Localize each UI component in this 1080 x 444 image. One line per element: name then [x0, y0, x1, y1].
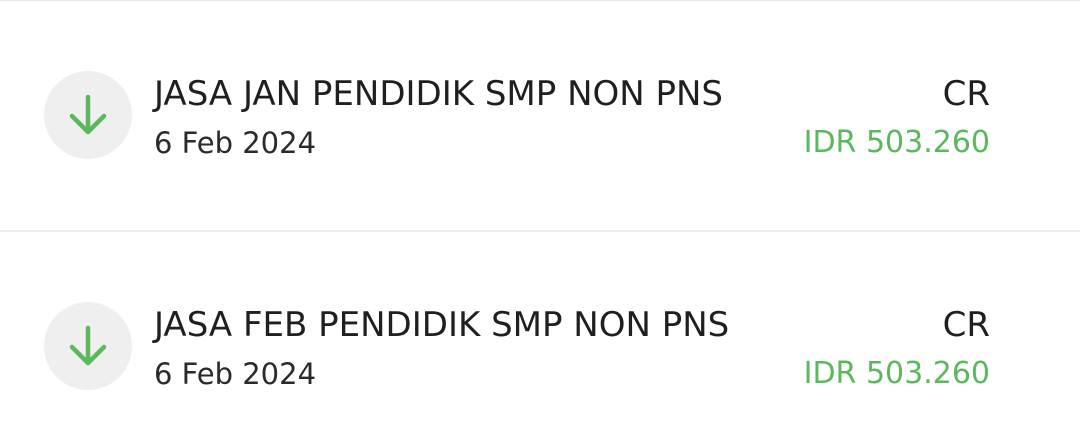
transaction-title: JASA FEB PENDIDIK SMP NON PNS — [154, 305, 730, 345]
transaction-amount: IDR 503.260 — [803, 356, 990, 391]
transaction-title: JASA JAN PENDIDIK SMP NON PNS — [154, 74, 724, 114]
arrow-down-icon — [69, 94, 107, 135]
transaction-date: 6 Feb 2024 — [154, 126, 317, 160]
transaction-type: CR — [942, 74, 990, 114]
arrow-down-icon — [69, 325, 107, 366]
transaction-icon-badge — [44, 71, 132, 159]
transaction-icon-badge — [44, 302, 132, 390]
transaction-amount: IDR 503.260 — [803, 125, 990, 160]
transaction-date: 6 Feb 2024 — [154, 357, 317, 391]
transaction-row[interactable]: JASA FEB PENDIDIK SMP NON PNS 6 Feb 2024… — [0, 232, 1080, 444]
transaction-type: CR — [942, 305, 990, 345]
transaction-list: JASA JAN PENDIDIK SMP NON PNS 6 Feb 2024… — [0, 0, 1080, 444]
transaction-row[interactable]: JASA JAN PENDIDIK SMP NON PNS 6 Feb 2024… — [0, 1, 1080, 231]
